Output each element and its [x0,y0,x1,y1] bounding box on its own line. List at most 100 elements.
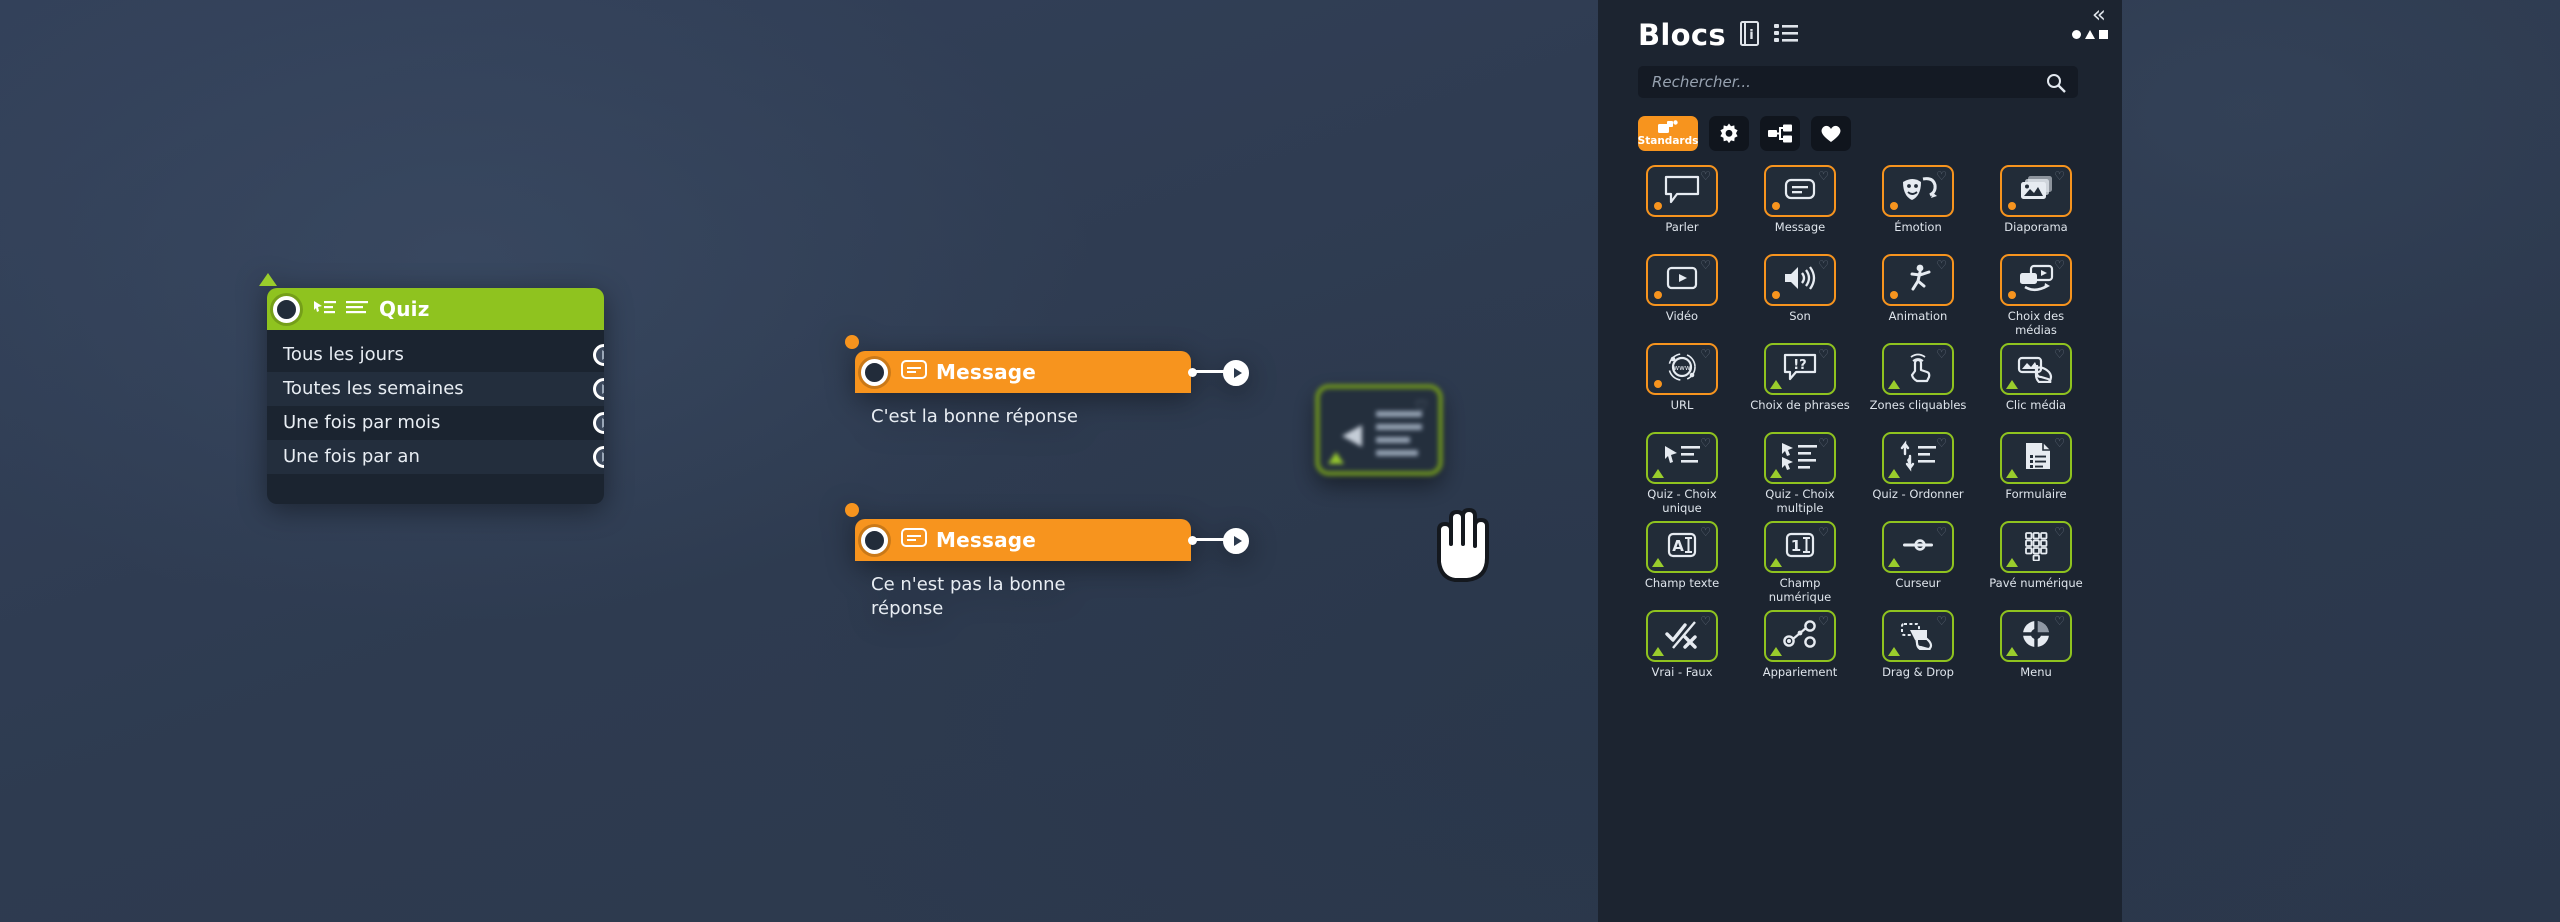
favorite-heart-icon[interactable]: ♡ [1818,615,1829,627]
block-marker-dot [1890,202,1898,210]
favorite-heart-icon[interactable]: ♡ [2054,259,2065,271]
search-input[interactable] [1638,66,2078,98]
block-marker-dot [2008,202,2016,210]
block-tile[interactable]: ♡ [1764,254,1836,306]
block-tile-cell: ♡ Quiz - Choix unique [1632,432,1732,515]
favorite-heart-icon[interactable]: ♡ [1700,615,1711,627]
block-tile[interactable]: ♡ [1882,432,1954,485]
block-marker-dot [1654,291,1662,299]
block-marker-triangle [1770,469,1782,479]
block-tile[interactable]: ♡ [1646,254,1718,306]
block-tile[interactable]: ♡ [2000,165,2072,217]
shapes-menu[interactable] [2072,30,2108,39]
block-marker-triangle [1652,469,1664,479]
message-node-header[interactable]: Message [855,519,1191,561]
block-tile[interactable]: ♡ [1646,165,1718,217]
favorite-heart-icon[interactable]: ♡ [1700,437,1711,449]
list-view-icon[interactable] [1773,22,1798,48]
favorite-heart-icon[interactable]: ♡ [1936,615,1947,627]
favorite-heart-icon[interactable]: ♡ [1818,437,1829,449]
quiz-node-header[interactable]: Quiz [267,288,604,330]
block-marker-triangle [1888,469,1900,479]
search-icon[interactable] [2046,73,2066,97]
favorite-heart-icon[interactable]: ♡ [1700,348,1711,360]
block-tile[interactable]: !? ♡ [1764,343,1836,396]
single-choice-icon [313,297,337,321]
block-tile[interactable]: ♡ [1764,610,1836,663]
quiz-answer-row[interactable]: Toutes les semaines [267,372,604,406]
block-tile[interactable]: ♡ [2000,343,2072,396]
favorite-heart-icon[interactable]: ♡ [1818,259,1829,271]
answer-output-port[interactable] [593,446,604,468]
answer-output-port[interactable] [593,344,604,366]
block-tile[interactable]: ♡ [1882,254,1954,306]
filter-favorites[interactable] [1811,116,1851,151]
block-marker-triangle [1770,647,1782,657]
block-tile[interactable]: ♡ [2000,254,2072,306]
favorite-heart-icon[interactable]: ♡ [2054,437,2065,449]
message-node-header[interactable]: Message [855,351,1191,393]
media-choice-icon [2015,262,2057,298]
quiz-answer-row[interactable]: Une fois par an [267,440,604,474]
message-node-text: Ce n'est pas la bonne réponse [871,574,1066,620]
block-tile[interactable]: ♡ [2000,521,2072,574]
message-output-port[interactable] [1223,360,1249,386]
message-output-port[interactable] [1223,528,1249,554]
collapse-panel-button[interactable]: « [2092,4,2106,27]
favorite-heart-icon[interactable]: ♡ [1700,526,1711,538]
block-tile[interactable]: ♡ [2000,610,2072,663]
block-marker-triangle [1652,647,1664,657]
block-tile[interactable]: ♡ [1882,165,1954,217]
block-tile[interactable]: ♡ [1764,165,1836,217]
quiz-node[interactable]: Quiz Tous les jours Toutes les semaines … [259,273,604,504]
block-tile[interactable]: 1 ♡ [1764,521,1836,574]
block-tile[interactable]: A ♡ [1646,521,1718,574]
favorite-heart-icon[interactable]: ♡ [1818,170,1829,182]
message-node[interactable]: Message C'est la bonne réponse [845,335,1249,445]
search-box[interactable] [1638,66,2078,98]
favorite-heart-icon[interactable]: ♡ [2054,615,2065,627]
favorite-heart-icon[interactable]: ♡ [2054,170,2065,182]
block-tile-label: Vidéo [1665,309,1699,323]
answer-output-port[interactable] [593,378,604,400]
favorite-heart-icon[interactable]: ♡ [2054,526,2065,538]
multi-choice-icon [1779,440,1821,476]
favorite-heart-icon[interactable]: ♡ [1936,437,1947,449]
info-book-icon[interactable]: i [1739,20,1760,50]
block-marker-triangle [1888,647,1900,657]
block-tile-label: URL [1670,398,1694,413]
quiz-answer-row[interactable]: Tous les jours [267,338,604,372]
favorite-heart-icon[interactable]: ♡ [1818,348,1829,360]
filter-standards[interactable]: Standards [1638,116,1698,151]
flow-canvas[interactable]: Quiz Tous les jours Toutes les semaines … [0,0,2560,922]
block-tile[interactable]: ♡ [1882,343,1954,396]
favorite-heart-icon[interactable]: ♡ [1700,170,1711,182]
block-marker-triangle [1888,380,1900,390]
block-tile[interactable]: ♡ [1646,432,1718,485]
input-jack[interactable] [273,296,300,323]
check-cross-icon [1661,618,1703,654]
block-tile[interactable]: ♡ [1646,610,1718,663]
block-tile-cell: ♡ Clic média [1986,343,2086,426]
favorite-heart-icon[interactable]: ♡ [1936,170,1947,182]
answer-output-port[interactable] [593,412,604,434]
block-tile[interactable]: ♡ [2000,432,2072,485]
favorite-heart-icon[interactable]: ♡ [1936,259,1947,271]
input-jack[interactable] [861,527,888,554]
input-jack[interactable] [861,359,888,386]
block-tile[interactable]: ♡ [1764,432,1836,485]
favorite-heart-icon[interactable]: ♡ [1936,348,1947,360]
favorite-heart-icon[interactable]: ♡ [2054,348,2065,360]
block-tile[interactable]: ♡ [1882,610,1954,663]
block-tile[interactable]: www ♡ [1646,343,1718,396]
favorite-heart-icon[interactable]: ♡ [1818,526,1829,538]
filter-settings[interactable] [1709,116,1749,151]
quiz-answer-row[interactable]: Une fois par mois [267,406,604,440]
message-card-icon [1779,173,1821,209]
favorite-heart-icon[interactable]: ♡ [1936,526,1947,538]
message-node[interactable]: Message Ce n'est pas la bonne réponse [845,503,1249,638]
filter-structure[interactable] [1760,116,1800,151]
block-tile[interactable]: ♡ [1882,521,1954,574]
dragged-block-ghost[interactable]: ♡ [1315,384,1443,476]
favorite-heart-icon[interactable]: ♡ [1700,259,1711,271]
